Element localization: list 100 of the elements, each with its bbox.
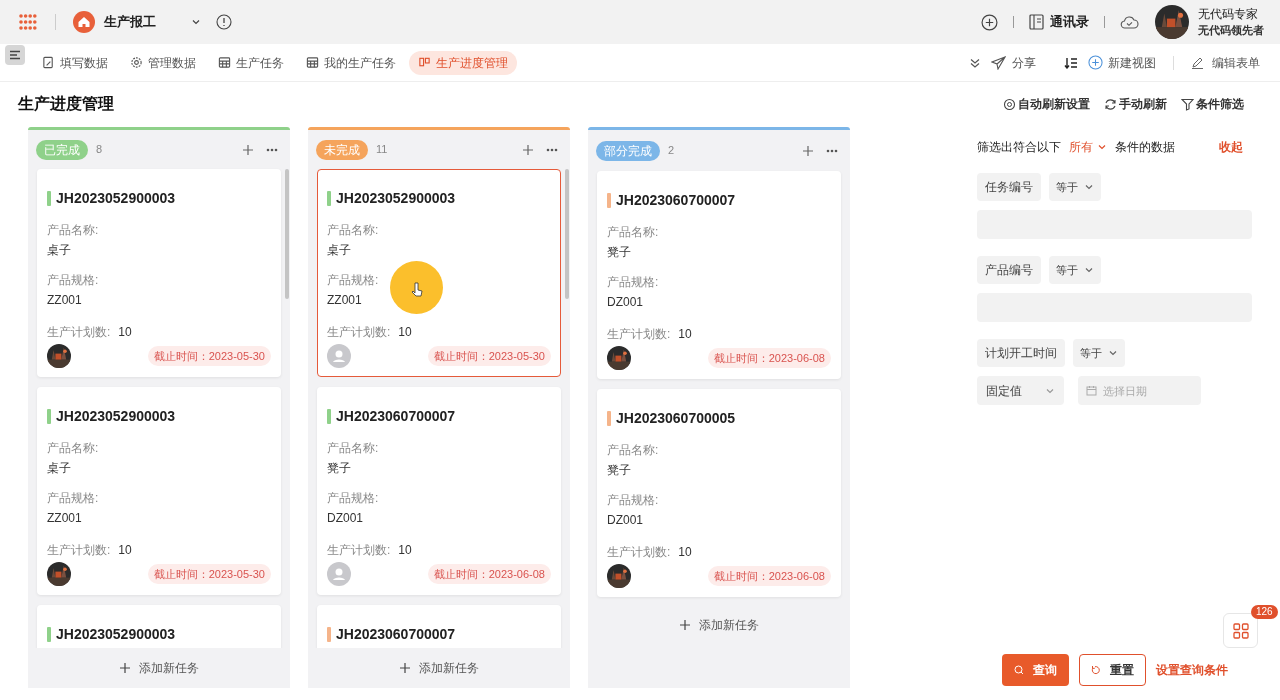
scrollbar[interactable]	[565, 169, 569, 299]
plus-icon[interactable]	[522, 143, 534, 156]
field-value: DZ001	[327, 510, 365, 528]
field-label: 生产计划数:	[327, 324, 391, 342]
add-task-button[interactable]: 添加新任务	[308, 648, 570, 688]
operator-dropdown[interactable]: 等于	[1049, 256, 1101, 284]
share-button[interactable]: 分享	[991, 53, 1036, 72]
toolbar-button[interactable]: 手动刷新	[1104, 95, 1167, 113]
apps-grid-icon[interactable]	[18, 13, 38, 31]
date-picker-field[interactable]: 选择日期	[1078, 376, 1201, 405]
filter-text: 筛选出符合以下	[977, 139, 1061, 156]
field-label: 产品规格:	[47, 272, 100, 290]
new-view-button[interactable]: 新建视图	[1088, 53, 1156, 72]
field-value: ZZ001	[47, 510, 83, 528]
task-card[interactable]: JH2023052900003 产品名称: 桌子 产品规格: ZZ001 生产计划数: 10 截止时间：2023-05-30	[317, 169, 561, 378]
info-icon[interactable]	[216, 14, 232, 30]
query-button[interactable]: 查询	[1002, 654, 1069, 686]
plus-icon[interactable]	[242, 143, 254, 156]
card-count: 2	[668, 143, 675, 159]
field-label: 产品规格:	[327, 490, 380, 508]
field-label: 产品名称:	[327, 440, 380, 458]
field-label: 生产计划数:	[607, 326, 671, 343]
task-card[interactable]: JH2023052900003	[37, 605, 281, 648]
field-label: 产品名称:	[47, 440, 100, 458]
notification-badge: 126	[1251, 605, 1278, 619]
more-icon[interactable]	[826, 148, 838, 153]
plus-icon[interactable]	[802, 144, 814, 157]
edit-note-icon	[42, 56, 55, 69]
add-circle-icon	[1088, 55, 1103, 70]
nav-tab[interactable]: 生产任务	[209, 50, 293, 75]
toolbar-button[interactable]: 条件筛选	[1181, 95, 1244, 113]
grid-icon	[1232, 622, 1249, 639]
field-label: 产品名称:	[47, 222, 100, 240]
value-mode-dropdown[interactable]: 固定值	[977, 376, 1064, 405]
field-label: 产品规格:	[47, 490, 100, 508]
task-id: JH2023052900003	[56, 625, 176, 645]
table-icon	[218, 56, 231, 69]
operator-dropdown[interactable]: 等于	[1073, 339, 1125, 367]
card-count: 8	[96, 142, 103, 158]
deadline-tag: 截止时间：2023-05-30	[147, 345, 271, 367]
sort-icon[interactable]	[1064, 56, 1078, 69]
field-label: 产品规格:	[607, 274, 660, 291]
deadline-tag: 截止时间：2023-05-30	[427, 345, 551, 367]
plus-icon	[399, 662, 411, 674]
more-icon[interactable]	[266, 147, 278, 152]
add-circle-icon[interactable]	[981, 13, 998, 31]
deadline-tag: 截止时间：2023-06-08	[707, 565, 831, 587]
reset-icon	[1091, 665, 1101, 675]
condition-field: 计划开工时间	[977, 339, 1065, 367]
field-value: 10	[118, 324, 132, 342]
cloud-check-icon[interactable]	[1120, 15, 1139, 29]
nav-tab[interactable]: 我的生产任务	[297, 50, 405, 75]
edit-form-button[interactable]: 编辑表单	[1191, 53, 1260, 72]
operator-dropdown[interactable]: 等于	[1049, 173, 1101, 201]
add-task-button[interactable]: 添加新任务	[588, 605, 850, 645]
field-value: 凳子	[607, 462, 632, 479]
cursor-highlight-icon	[390, 261, 443, 314]
page-title: 生产进度管理	[18, 94, 114, 114]
reset-button[interactable]: 重置	[1079, 654, 1146, 686]
field-label: 生产计划数:	[327, 542, 391, 560]
double-chevron-down-icon[interactable]	[969, 56, 981, 69]
field-value: 10	[398, 542, 412, 560]
task-id: JH2023060700007	[336, 625, 456, 645]
book-icon	[1029, 14, 1044, 30]
apps-float-button[interactable]	[1223, 613, 1258, 648]
pencil-icon	[1191, 56, 1204, 69]
task-card[interactable]: JH2023052900003 产品名称: 桌子 产品规格: ZZ001 生产计划数: 10 截止时间：2023-05-30	[37, 169, 281, 378]
nav-tab[interactable]: 管理数据	[121, 50, 205, 75]
auto-refresh-icon	[1003, 97, 1016, 111]
field-value: 桌子	[47, 460, 72, 478]
table-icon	[306, 56, 319, 69]
sidebar-toggle-icon[interactable]	[5, 45, 25, 65]
add-task-button[interactable]: 添加新任务	[28, 648, 290, 688]
deadline-tag: 截止时间：2023-06-08	[707, 347, 831, 369]
contacts-button[interactable]: 通讯录	[1029, 12, 1089, 32]
settings-icon	[130, 56, 143, 69]
collapse-link[interactable]: 收起	[1219, 138, 1243, 156]
field-value: 10	[678, 326, 692, 343]
field-value: 10	[678, 544, 692, 561]
task-card[interactable]: JH2023060700007	[317, 605, 561, 648]
scrollbar[interactable]	[285, 169, 289, 299]
paper-plane-icon	[991, 55, 1006, 70]
task-card[interactable]: JH2023060700007 产品名称: 凳子 产品规格: DZ001 生产计划数: 10 截止时间：2023-06-08	[317, 387, 561, 596]
task-card[interactable]: JH2023060700005 产品名称: 凳子 产品规格: DZ001 生产计划数: 10 截止时间：2023-06-08	[597, 389, 841, 597]
nav-tab[interactable]: 填写数据	[33, 50, 117, 75]
card-count: 11	[376, 142, 388, 158]
plus-icon	[119, 662, 131, 674]
deadline-tag: 截止时间：2023-06-08	[427, 563, 551, 585]
field-value: ZZ001	[47, 292, 83, 310]
task-card[interactable]: JH2023060700007 产品名称: 凳子 产品规格: DZ001 生产计划数: 10 截止时间：2023-06-08	[597, 171, 841, 379]
home-logo-icon	[73, 11, 95, 33]
task-card[interactable]: JH2023052900003 产品名称: 桌子 产品规格: ZZ001 生产计划数: 10 截止时间：2023-05-30	[37, 387, 281, 596]
user-role: 无代码领先者	[1198, 23, 1264, 38]
match-dropdown[interactable]: 所有	[1069, 138, 1107, 156]
query-settings-link[interactable]: 设置查询条件	[1156, 661, 1228, 679]
refresh-icon	[1104, 97, 1117, 111]
field-label: 产品规格:	[327, 272, 380, 290]
toolbar-button[interactable]: 自动刷新设置	[1003, 95, 1090, 113]
deadline-tag: 截止时间：2023-05-30	[147, 563, 271, 585]
more-icon[interactable]	[546, 147, 558, 152]
